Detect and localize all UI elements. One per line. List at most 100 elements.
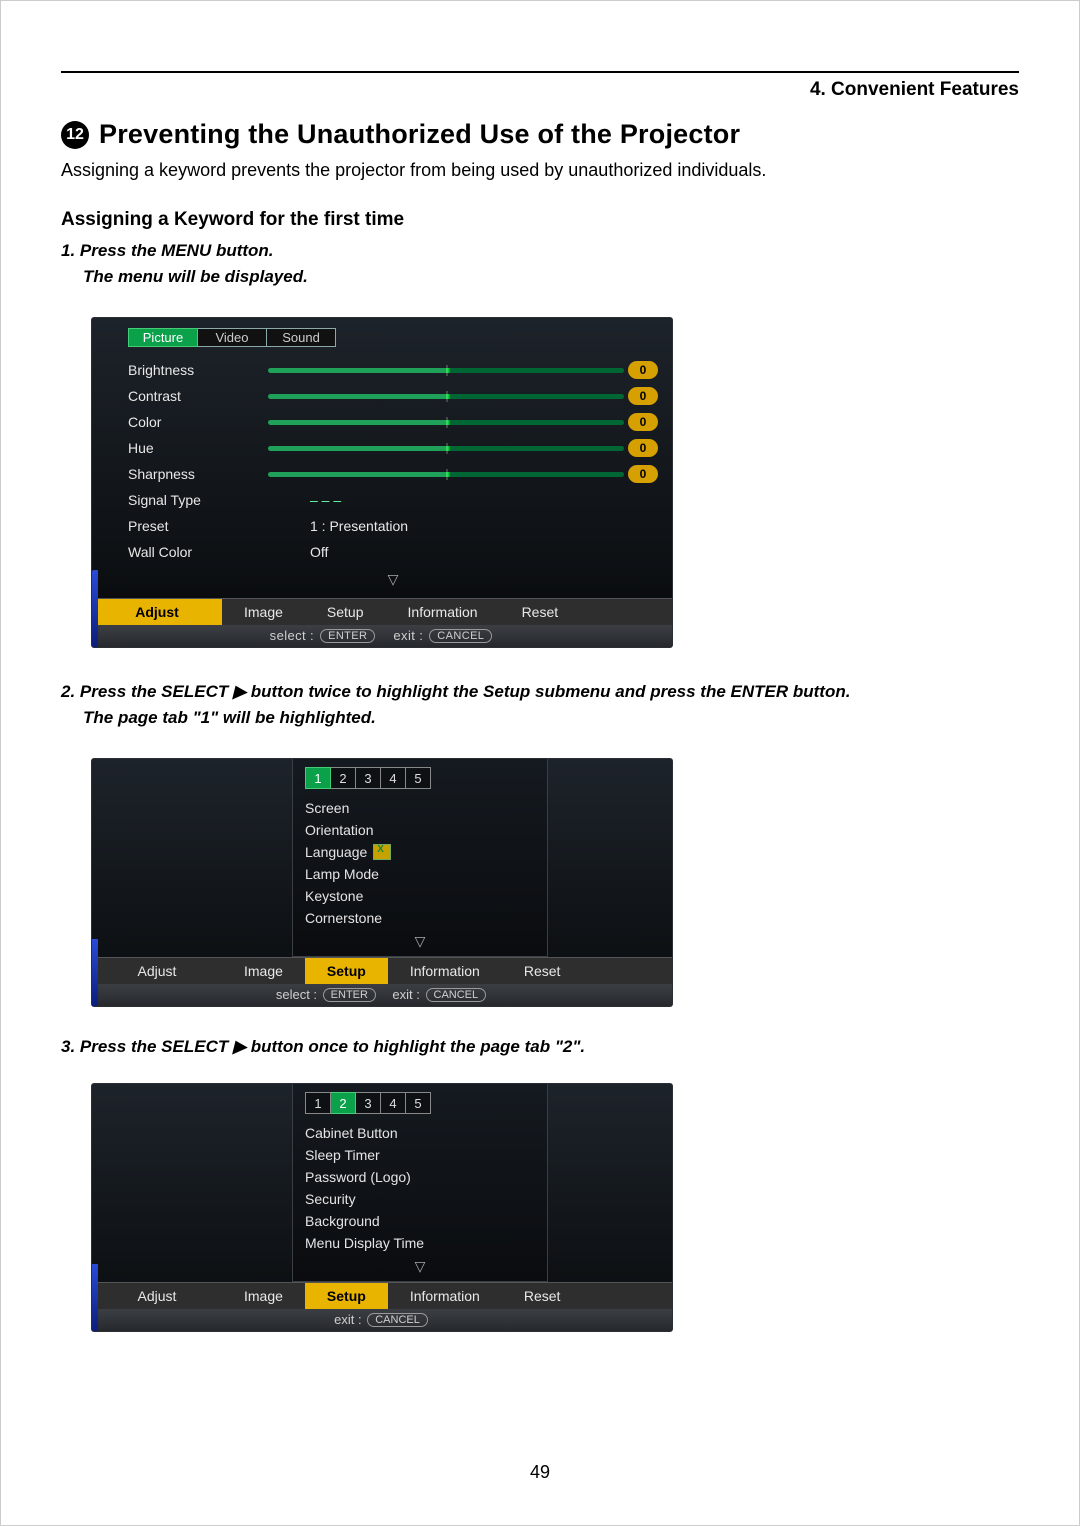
page-tabs: 1 2 3 4 5: [305, 767, 535, 789]
row-contrast[interactable]: Contrast 0: [128, 383, 658, 409]
row-signal-type[interactable]: Signal Type – – –: [128, 487, 658, 513]
page-tab-4[interactable]: 4: [381, 1092, 406, 1114]
tab-adjust[interactable]: Adjust: [92, 958, 222, 984]
tab-picture[interactable]: Picture: [128, 328, 198, 347]
page-tab-2[interactable]: 2: [331, 767, 356, 789]
item-cornerstone[interactable]: Cornerstone: [305, 907, 535, 929]
value-signal-type: – – –: [310, 492, 341, 508]
page-tab-5[interactable]: 5: [406, 767, 431, 789]
tab-reset[interactable]: Reset: [500, 599, 581, 625]
subheading: Assigning a Keyword for the first time: [61, 209, 1019, 231]
menu-accent-bar: [92, 939, 98, 1006]
setup-panel: 1 2 3 4 5 Cabinet Button Sleep Timer Pas…: [292, 1084, 548, 1282]
row-hue[interactable]: Hue 0: [128, 435, 658, 461]
manual-page: 4. Convenient Features 12 Preventing the…: [0, 0, 1080, 1526]
page-tabs: 1 2 3 4 5: [305, 1092, 535, 1114]
item-lamp-mode[interactable]: Lamp Mode: [305, 863, 535, 885]
page-tab-3[interactable]: 3: [356, 767, 381, 789]
tab-adjust[interactable]: Adjust: [92, 1283, 222, 1309]
page-tab-5[interactable]: 5: [406, 1092, 431, 1114]
value-wall-color: Off: [310, 544, 328, 560]
intro-text: Assigning a keyword prevents the project…: [61, 160, 1019, 181]
label-preset: Preset: [128, 518, 250, 534]
scroll-down-icon[interactable]: ▽: [128, 571, 658, 588]
scroll-down-icon[interactable]: ▽: [305, 933, 535, 950]
tab-image[interactable]: Image: [222, 599, 305, 625]
cancel-pill: CANCEL: [426, 988, 487, 1002]
label-signal-type: Signal Type: [128, 492, 250, 508]
chapter-label: 4. Convenient Features: [61, 79, 1019, 101]
value-preset: 1 : Presentation: [310, 518, 408, 534]
slider-hue[interactable]: 0: [268, 440, 658, 456]
item-password-logo[interactable]: Password (Logo): [305, 1166, 535, 1188]
setup-panel: 1 2 3 4 5 Screen Orientation Language La…: [292, 759, 548, 957]
menu-accent-bar: [92, 1264, 98, 1331]
slider-contrast[interactable]: 0: [268, 388, 658, 404]
tab-sound[interactable]: Sound: [267, 328, 336, 347]
step-1: 1. Press the MENU button.: [61, 241, 1019, 261]
top-rule: [61, 71, 1019, 73]
label-hue: Hue: [128, 440, 250, 456]
label-contrast: Contrast: [128, 388, 250, 404]
slider-color[interactable]: 0: [268, 414, 658, 430]
slider-sharpness[interactable]: 0: [268, 466, 658, 482]
osd-setup-page2: 1 2 3 4 5 Cabinet Button Sleep Timer Pas…: [91, 1083, 673, 1332]
item-screen[interactable]: Screen: [305, 797, 535, 819]
tab-setup[interactable]: Setup: [305, 958, 388, 984]
row-sharpness[interactable]: Sharpness 0: [128, 461, 658, 487]
menu-accent-bar: [92, 570, 98, 647]
item-keystone[interactable]: Keystone: [305, 885, 535, 907]
enter-pill: ENTER: [323, 988, 376, 1002]
page-tab-1[interactable]: 1: [305, 1092, 331, 1114]
row-wall-color[interactable]: Wall Color Off: [128, 539, 658, 565]
page-tab-2[interactable]: 2: [331, 1092, 356, 1114]
label-sharpness: Sharpness: [128, 466, 250, 482]
tab-image[interactable]: Image: [222, 958, 305, 984]
label-color: Color: [128, 414, 250, 430]
tab-information[interactable]: Information: [388, 958, 502, 984]
scroll-down-icon[interactable]: ▽: [305, 1258, 535, 1275]
slider-brightness[interactable]: 0: [268, 362, 658, 378]
bottom-tabs: Adjust Image Setup Information Reset: [92, 957, 672, 984]
step-1-note: The menu will be displayed.: [83, 267, 1019, 287]
tab-information[interactable]: Information: [386, 599, 500, 625]
language-icon: [373, 844, 391, 860]
status-bar: exit : CANCEL: [92, 1309, 672, 1331]
tab-setup[interactable]: Setup: [305, 1283, 388, 1309]
step-3: 3. Press the SELECT ▶ button once to hig…: [61, 1037, 1019, 1057]
item-security[interactable]: Security: [305, 1188, 535, 1210]
item-sleep-timer[interactable]: Sleep Timer: [305, 1144, 535, 1166]
page-number: 49: [1, 1462, 1079, 1483]
tab-reset[interactable]: Reset: [502, 958, 583, 984]
item-menu-display-time[interactable]: Menu Display Time: [305, 1232, 535, 1254]
label-brightness: Brightness: [128, 362, 250, 378]
row-brightness[interactable]: Brightness 0: [128, 357, 658, 383]
osd-picture-menu: Picture Video Sound Brightness 0 Contras…: [91, 317, 673, 648]
bottom-tabs: Adjust Image Setup Information Reset: [92, 1282, 672, 1309]
page-tab-4[interactable]: 4: [381, 767, 406, 789]
tab-video[interactable]: Video: [198, 328, 267, 347]
row-color[interactable]: Color 0: [128, 409, 658, 435]
item-orientation[interactable]: Orientation: [305, 819, 535, 841]
tab-adjust[interactable]: Adjust: [92, 599, 222, 625]
cancel-pill: CANCEL: [429, 629, 492, 643]
page-title: Preventing the Unauthorized Use of the P…: [99, 119, 740, 150]
enter-pill: ENTER: [320, 629, 375, 643]
item-language[interactable]: Language: [305, 841, 535, 863]
osd-setup-page1: 1 2 3 4 5 Screen Orientation Language La…: [91, 758, 673, 1007]
page-tab-3[interactable]: 3: [356, 1092, 381, 1114]
bottom-tabs: Adjust Image Setup Information Reset: [92, 598, 672, 625]
status-bar: select : ENTER exit : CANCEL: [92, 984, 672, 1006]
item-cabinet-button[interactable]: Cabinet Button: [305, 1122, 535, 1144]
step-2: 2. Press the SELECT ▶ button twice to hi…: [61, 682, 1019, 702]
osd-body: Picture Video Sound Brightness 0 Contras…: [91, 317, 673, 648]
status-bar: select : ENTER exit : CANCEL: [92, 625, 672, 647]
section-title-row: 12 Preventing the Unauthorized Use of th…: [61, 119, 1019, 150]
tab-reset[interactable]: Reset: [502, 1283, 583, 1309]
row-preset[interactable]: Preset 1 : Presentation: [128, 513, 658, 539]
tab-image[interactable]: Image: [222, 1283, 305, 1309]
tab-setup[interactable]: Setup: [305, 599, 386, 625]
item-background[interactable]: Background: [305, 1210, 535, 1232]
tab-information[interactable]: Information: [388, 1283, 502, 1309]
page-tab-1[interactable]: 1: [305, 767, 331, 789]
